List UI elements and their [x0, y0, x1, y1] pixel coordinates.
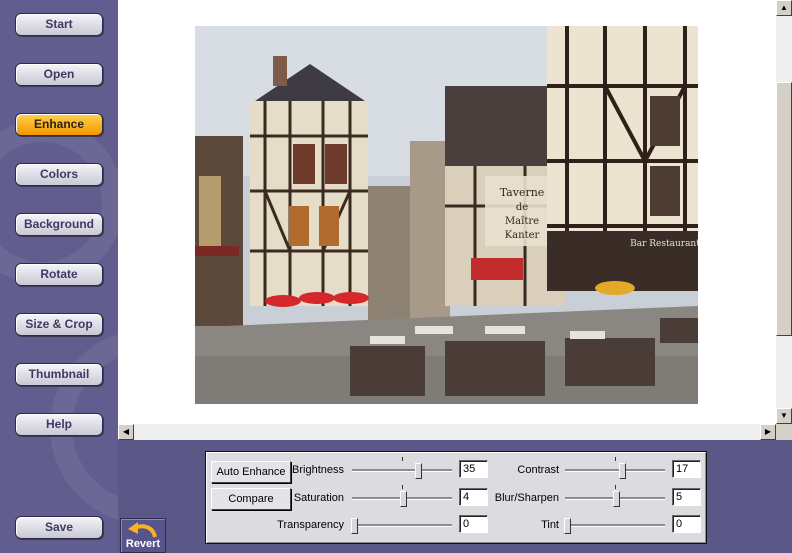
transparency-label: Transparency: [277, 519, 344, 531]
background-swirl: [0, 120, 118, 284]
start-button[interactable]: Start: [15, 13, 103, 36]
contrast-value-field[interactable]: 17: [672, 460, 701, 478]
scroll-left-icon[interactable]: ◀: [118, 424, 134, 440]
blur-sharpen-value-field[interactable]: 5: [672, 488, 701, 506]
photo-preview: Taverne de Maître Kanter Bar Restaurant: [195, 26, 698, 404]
revert-button[interactable]: Revert: [120, 518, 166, 553]
slider-track: [352, 524, 452, 527]
slider-center-tick: [615, 485, 616, 489]
contrast-thumb[interactable]: [619, 463, 626, 479]
rotate-button[interactable]: Rotate: [15, 263, 103, 286]
save-button[interactable]: Save: [15, 516, 103, 539]
slider-track: [565, 469, 665, 472]
brightness-thumb[interactable]: [415, 463, 422, 479]
scrollbar-corner: [776, 424, 792, 440]
saturation-label: Saturation: [293, 492, 344, 504]
vertical-scroll-thumb[interactable]: [776, 82, 792, 336]
tint-value-field[interactable]: 0: [672, 515, 701, 533]
slider-track: [352, 469, 452, 472]
scroll-right-icon[interactable]: ▶: [760, 424, 776, 440]
transparency-thumb[interactable]: [351, 518, 358, 534]
background-button[interactable]: Background: [15, 213, 103, 236]
help-button[interactable]: Help: [15, 413, 103, 436]
tint-thumb[interactable]: [564, 518, 571, 534]
svg-text:Bar Restaurant: Bar Restaurant: [630, 239, 698, 249]
slider-center-tick: [615, 457, 616, 461]
horizontal-scrollbar[interactable]: ◀ ▶: [118, 424, 776, 440]
svg-text:Maître: Maître: [505, 216, 539, 227]
svg-text:Kanter: Kanter: [505, 230, 540, 241]
tint-label: Tint: [541, 519, 559, 531]
compare-button[interactable]: Compare: [211, 488, 291, 510]
scroll-up-icon[interactable]: ▲: [776, 0, 792, 16]
open-button[interactable]: Open: [15, 63, 103, 86]
svg-text:de: de: [516, 202, 528, 213]
brightness-label: Brightness: [292, 464, 344, 476]
blur-sharpen-thumb[interactable]: [613, 491, 620, 507]
slider-center-tick: [402, 485, 403, 489]
svg-text:Taverne: Taverne: [500, 186, 545, 199]
auto-enhance-button[interactable]: Auto Enhance: [211, 461, 291, 483]
image-canvas: Taverne de Maître Kanter Bar Restaurant: [118, 0, 776, 424]
scroll-down-icon[interactable]: ▼: [776, 408, 792, 424]
vertical-scrollbar[interactable]: ▲ ▼: [776, 0, 792, 424]
enhance-control-panel: Auto Enhance Compare Brightness 35 Satur…: [205, 451, 707, 544]
slider-center-tick: [402, 457, 403, 461]
blur-sharpen-label: Blur/Sharpen: [494, 492, 559, 504]
undo-arrow-icon: [128, 522, 157, 538]
colors-button[interactable]: Colors: [15, 163, 103, 186]
contrast-label: Contrast: [517, 464, 559, 476]
sidebar: Start Open Enhance Colors Background Rot…: [0, 0, 118, 553]
thumbnail-button[interactable]: Thumbnail: [15, 363, 103, 386]
size-crop-button[interactable]: Size & Crop: [15, 313, 103, 336]
enhance-button[interactable]: Enhance: [15, 113, 103, 136]
revert-label: Revert: [125, 538, 161, 550]
slider-track: [565, 524, 665, 527]
saturation-thumb[interactable]: [400, 491, 407, 507]
